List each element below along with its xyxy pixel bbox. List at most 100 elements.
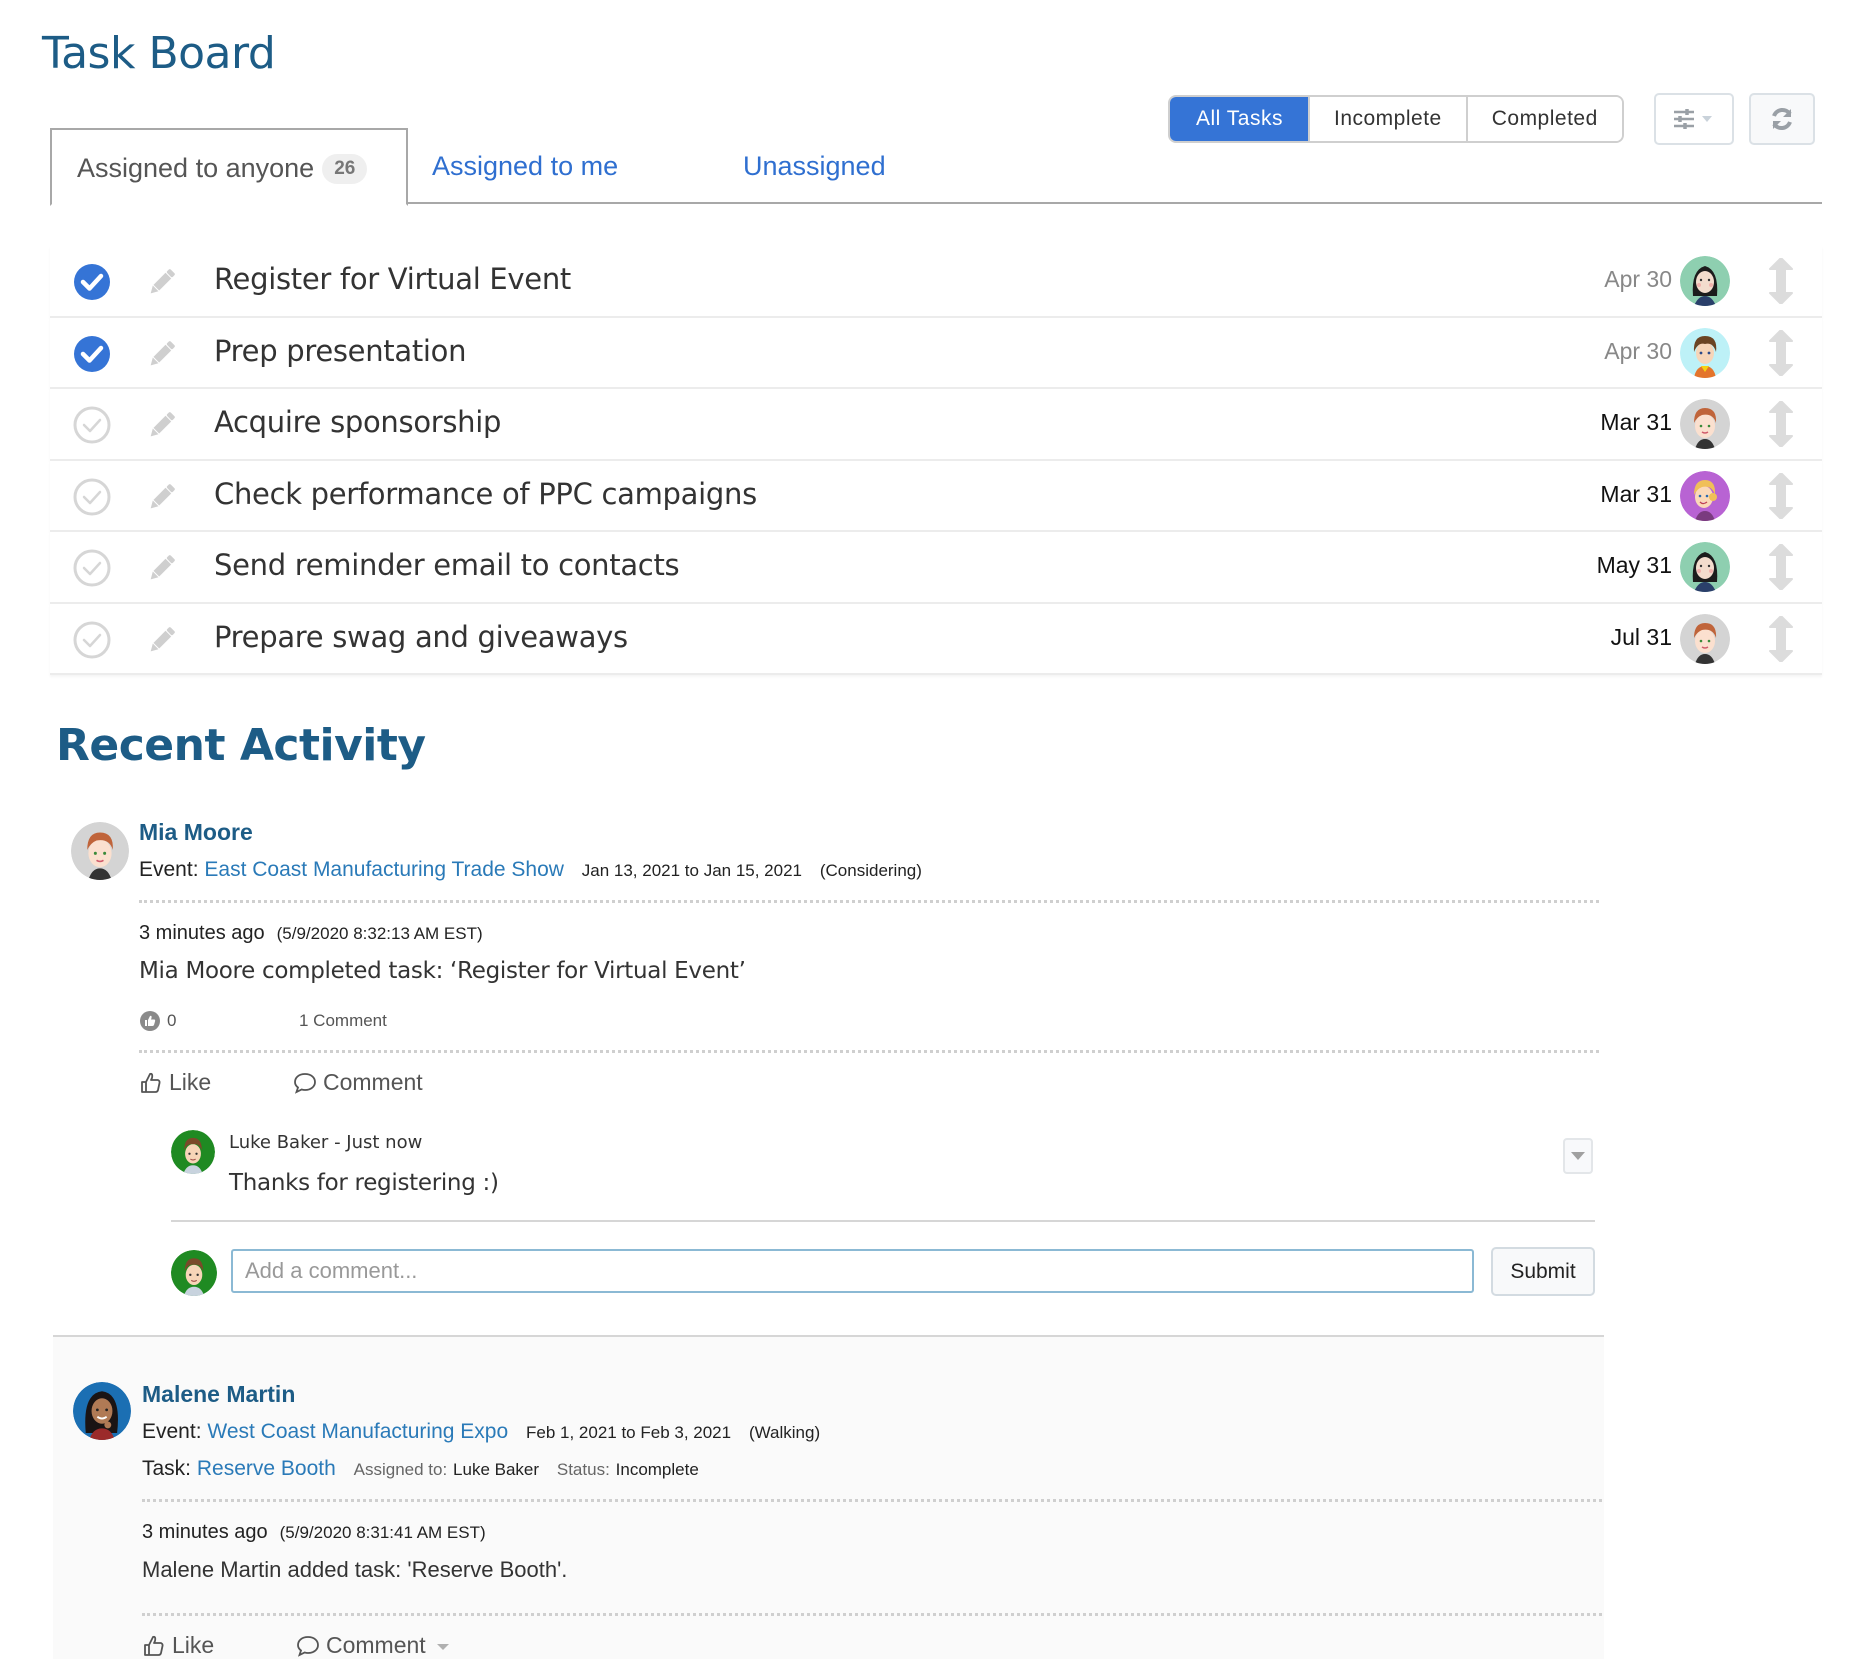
task-due-date: Jul 31 (1610, 623, 1672, 650)
task-title[interactable]: Send reminder email to contacts (214, 532, 680, 598)
activity-time: 3 minutes ago (5/9/2020 8:32:13 AM EST) (139, 919, 1589, 948)
activity-body: Malene Martin Event: West Coast Manufact… (142, 1379, 1602, 1659)
task-link[interactable]: Reserve Booth (197, 1457, 336, 1480)
like-button[interactable]: Like (139, 1069, 293, 1096)
pencil-edit-icon[interactable] (145, 408, 179, 442)
unchecked-circle-icon[interactable] (72, 620, 112, 660)
user-avatar[interactable] (71, 822, 129, 880)
comment-text: Thanks for registering :) (229, 1170, 499, 1196)
caret-down-icon (1571, 1152, 1585, 1160)
activity-message: Mia Moore completed task: ‘Register for … (139, 958, 746, 984)
tab-assigned-to-me[interactable]: Assigned to me (432, 128, 618, 204)
filter-all-tasks-button[interactable]: All Tasks (1170, 97, 1308, 141)
comment-label: Comment (326, 1632, 426, 1658)
drag-handle-icon[interactable] (1768, 615, 1794, 662)
comment-header: Luke Baker - Just now (229, 1132, 422, 1153)
comment-compose: Submit (171, 1247, 1595, 1297)
event-label: Event: (139, 858, 199, 881)
assignee-avatar[interactable] (1680, 471, 1730, 521)
view-settings-dropdown[interactable] (1654, 93, 1734, 145)
comment-time: Just now (346, 1132, 423, 1153)
like-label: Like (172, 1632, 215, 1658)
comment-options-button[interactable] (1563, 1138, 1593, 1174)
thumbs-up-icon (144, 1635, 164, 1656)
pencil-edit-icon[interactable] (145, 265, 179, 299)
task-row: Prep presentation Apr 30 (50, 317, 1822, 389)
comment-divider (171, 1220, 1595, 1222)
event-link[interactable]: West Coast Manufacturing Expo (207, 1420, 508, 1443)
activity-time: 3 minutes ago (5/9/2020 8:31:41 AM EST) (142, 1518, 1589, 1547)
pencil-edit-icon[interactable] (145, 623, 179, 657)
activity-actions: Like Comment (142, 1632, 1589, 1659)
activity-body: Mia Moore Event: East Coast Manufacturin… (139, 817, 1599, 1096)
recent-activity-title: Recent Activity (56, 720, 426, 771)
timestamp: (5/9/2020 8:31:41 AM EST) (279, 1523, 486, 1542)
filter-incomplete-button[interactable]: Incomplete (1307, 97, 1466, 141)
task-status-filter: All Tasks Incomplete Completed (1168, 95, 1624, 143)
pencil-edit-icon[interactable] (145, 551, 179, 585)
divider (142, 1613, 1602, 1616)
task-row: Acquire sponsorship Mar 31 (50, 389, 1822, 461)
task-title[interactable]: Prepare swag and giveaways (214, 604, 628, 670)
event-link[interactable]: East Coast Manufacturing Trade Show (204, 858, 564, 881)
drag-handle-icon[interactable] (1768, 472, 1794, 519)
assignee-avatar[interactable] (1680, 542, 1730, 592)
checked-circle-icon[interactable] (72, 334, 112, 374)
task-title[interactable]: Check performance of PPC campaigns (214, 461, 757, 527)
tab-unassigned[interactable]: Unassigned (743, 128, 886, 204)
event-line: Event: East Coast Manufacturing Trade Sh… (139, 855, 1589, 886)
comment-author[interactable]: Luke Baker (229, 1132, 328, 1153)
like-button[interactable]: Like (142, 1632, 296, 1659)
task-title[interactable]: Acquire sponsorship (214, 389, 501, 455)
divider (142, 1499, 1602, 1502)
event-status: (Considering) (819, 861, 922, 880)
tab-label: Assigned to anyone (77, 153, 315, 183)
drag-handle-icon[interactable] (1768, 329, 1794, 376)
user-avatar[interactable] (73, 1382, 131, 1440)
checked-circle-icon[interactable] (72, 262, 112, 302)
event-label: Event: (142, 1420, 202, 1443)
task-list: Register for Virtual Event Apr 30 Prep p… (50, 246, 1822, 675)
assigned-label: Assigned to: (353, 1460, 448, 1479)
commenter-avatar[interactable] (171, 1130, 215, 1174)
task-title[interactable]: Prep presentation (214, 318, 467, 384)
status-label: Status: (556, 1460, 610, 1479)
like-count-value: 0 (167, 1011, 177, 1030)
unchecked-circle-icon[interactable] (72, 405, 112, 445)
refresh-button[interactable] (1749, 93, 1815, 145)
comment-count-link[interactable]: 1 Comment (299, 1011, 387, 1031)
assignee-avatar[interactable] (1680, 614, 1730, 664)
speech-bubble-icon (297, 1635, 319, 1657)
comment-button[interactable]: Comment (296, 1632, 450, 1659)
unchecked-circle-icon[interactable] (72, 548, 112, 588)
task-title[interactable]: Register for Virtual Event (214, 246, 571, 312)
tab-assigned-to-anyone[interactable]: Assigned to anyone 26 (50, 128, 408, 206)
activity-stats: 0 1 Comment (139, 1008, 1589, 1034)
divider (139, 900, 1599, 903)
comment-button[interactable]: Comment (293, 1069, 423, 1096)
task-row: Prepare swag and giveaways Jul 31 (50, 603, 1822, 675)
drag-handle-icon[interactable] (1768, 544, 1794, 590)
relative-time: 3 minutes ago (139, 922, 265, 944)
assignee-avatar[interactable] (1680, 328, 1730, 378)
caret-down-icon (1702, 116, 1712, 122)
add-comment-input[interactable] (231, 1249, 1474, 1293)
activity-user-name[interactable]: Malene Martin (142, 1379, 1589, 1409)
assignee-avatar[interactable] (1680, 399, 1730, 449)
filter-completed-button[interactable]: Completed (1465, 97, 1622, 141)
activity-item: Mia Moore Event: East Coast Manufacturin… (53, 805, 1604, 1335)
like-label: Like (169, 1069, 212, 1095)
unchecked-circle-icon[interactable] (72, 477, 112, 517)
refresh-icon (1772, 108, 1792, 130)
drag-handle-icon[interactable] (1768, 258, 1794, 304)
event-status: (Walking) (748, 1423, 821, 1442)
caret-down-icon[interactable] (436, 1641, 450, 1651)
activity-actions: Like Comment (139, 1069, 1589, 1096)
pencil-edit-icon[interactable] (145, 480, 179, 514)
pencil-edit-icon[interactable] (145, 337, 179, 371)
assignee-avatar[interactable] (1680, 256, 1730, 306)
activity-user-name[interactable]: Mia Moore (139, 817, 1589, 847)
drag-handle-icon[interactable] (1768, 401, 1794, 447)
divider (139, 1050, 1599, 1053)
submit-comment-button[interactable]: Submit (1491, 1247, 1595, 1296)
